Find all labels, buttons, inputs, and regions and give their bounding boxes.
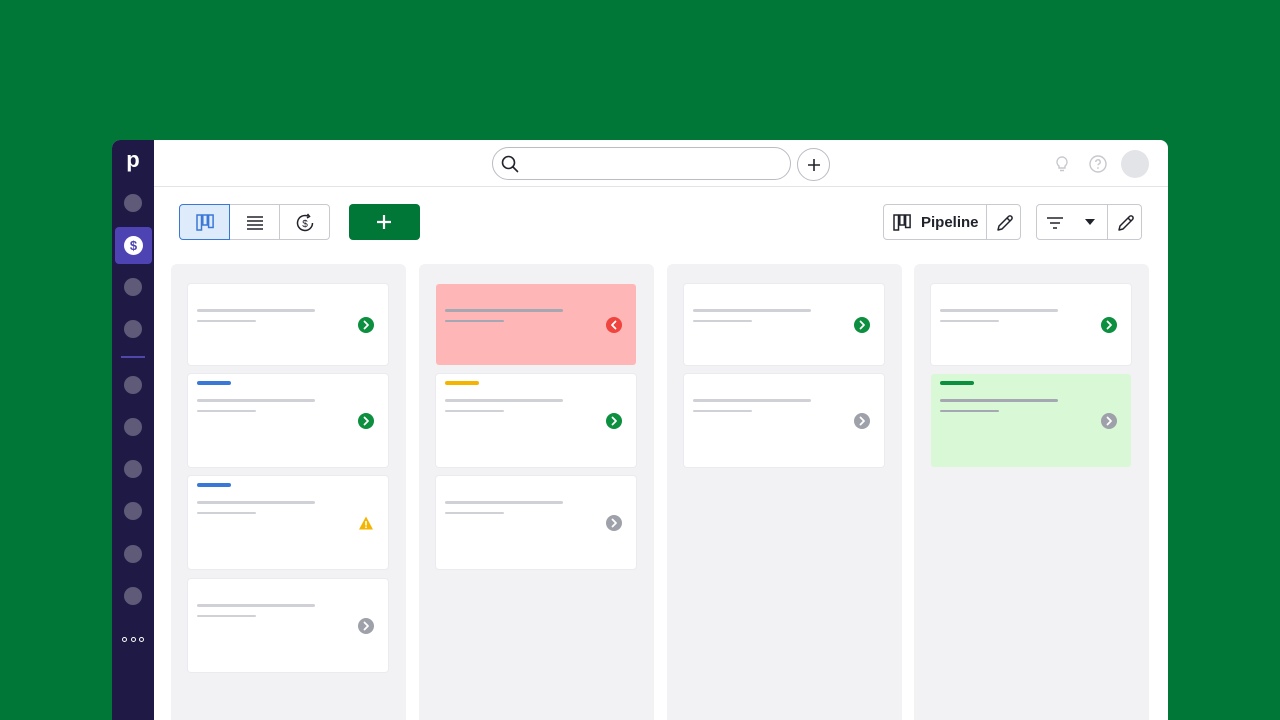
label-tag — [197, 483, 231, 487]
stage-column[interactable] — [419, 264, 654, 720]
label-tag — [940, 381, 974, 385]
deal-card[interactable] — [436, 374, 636, 467]
pipeline-selector: Pipeline — [883, 204, 1021, 240]
label-tag — [197, 381, 231, 385]
search-input[interactable] — [525, 153, 780, 175]
kanban-view-button[interactable] — [179, 204, 230, 240]
plus-icon — [808, 159, 820, 171]
sidebar-item-1[interactable] — [124, 194, 142, 212]
lightbulb-icon[interactable] — [1052, 154, 1072, 174]
deal-card[interactable] — [436, 284, 636, 365]
list-view-button[interactable] — [229, 204, 280, 240]
deal-card[interactable] — [931, 284, 1131, 365]
pencil-icon — [997, 215, 1013, 231]
deal-subtitle-placeholder — [940, 410, 999, 412]
deal-card[interactable] — [188, 579, 388, 672]
deal-subtitle-placeholder — [197, 410, 256, 412]
deal-subtitle-placeholder — [197, 615, 256, 617]
add-deal-button[interactable] — [349, 204, 420, 240]
sidebar-item-10[interactable] — [124, 587, 142, 605]
no-activity-arrow-icon[interactable] — [1101, 413, 1117, 429]
svg-text:$: $ — [302, 219, 308, 230]
app-window: p $ $ Pipeline — [112, 140, 1168, 720]
sidebar-item-6[interactable] — [124, 418, 142, 436]
stage-column[interactable] — [171, 264, 406, 720]
deal-title-placeholder — [693, 399, 811, 402]
rotting-arrow-icon[interactable] — [606, 317, 622, 333]
sidebar: p $ — [112, 140, 154, 720]
filter-button[interactable] — [1036, 204, 1108, 240]
deal-subtitle-placeholder — [197, 320, 256, 322]
deal-subtitle-placeholder — [693, 410, 752, 412]
sidebar-item-deals[interactable]: $ — [115, 227, 152, 264]
label-tag — [445, 381, 479, 385]
deal-title-placeholder — [197, 399, 315, 402]
deal-card[interactable] — [931, 374, 1131, 467]
sidebar-item-4[interactable] — [124, 320, 142, 338]
filter-selector — [1036, 204, 1142, 240]
no-activity-arrow-icon[interactable] — [606, 515, 622, 531]
stage-column[interactable] — [667, 264, 902, 720]
avatar[interactable] — [1121, 150, 1149, 178]
more-dots-icon[interactable] — [122, 634, 144, 644]
next-activity-arrow-icon[interactable] — [358, 413, 374, 429]
deal-subtitle-placeholder — [445, 512, 504, 514]
kanban-icon — [893, 214, 911, 231]
deals-dollar-icon: $ — [124, 236, 143, 255]
next-activity-arrow-icon[interactable] — [854, 317, 870, 333]
deal-title-placeholder — [940, 399, 1058, 402]
deal-card[interactable] — [188, 476, 388, 569]
deal-card[interactable] — [684, 374, 884, 467]
deal-subtitle-placeholder — [445, 410, 504, 412]
pipeline-label: Pipeline — [921, 214, 979, 231]
no-activity-arrow-icon[interactable] — [854, 413, 870, 429]
edit-filter-button[interactable] — [1107, 204, 1142, 240]
warning-icon[interactable] — [358, 515, 374, 531]
kanban-icon — [196, 214, 214, 231]
sidebar-item-9[interactable] — [124, 545, 142, 563]
plus-icon — [377, 215, 391, 229]
deal-title-placeholder — [940, 309, 1058, 312]
deal-title-placeholder — [445, 399, 563, 402]
top-header — [154, 140, 1168, 187]
deal-card[interactable] — [436, 476, 636, 569]
sidebar-divider — [121, 356, 145, 358]
next-activity-arrow-icon[interactable] — [358, 317, 374, 333]
sidebar-item-5[interactable] — [124, 376, 142, 394]
quick-add-button[interactable] — [797, 148, 830, 181]
deal-subtitle-placeholder — [940, 320, 999, 322]
deal-title-placeholder — [445, 309, 563, 312]
search-icon — [501, 155, 519, 173]
next-activity-arrow-icon[interactable] — [606, 413, 622, 429]
no-activity-arrow-icon[interactable] — [358, 618, 374, 634]
search-box[interactable] — [492, 147, 791, 180]
deal-title-placeholder — [197, 309, 315, 312]
caret-down-icon — [1085, 219, 1095, 225]
deal-title-placeholder — [445, 501, 563, 504]
deal-subtitle-placeholder — [445, 320, 504, 322]
deal-subtitle-placeholder — [197, 512, 256, 514]
deal-subtitle-placeholder — [693, 320, 752, 322]
pipeline-button[interactable]: Pipeline — [883, 204, 987, 240]
deal-title-placeholder — [197, 604, 315, 607]
sidebar-item-8[interactable] — [124, 502, 142, 520]
deal-card[interactable] — [188, 284, 388, 365]
pencil-icon — [1118, 215, 1134, 231]
help-icon[interactable] — [1088, 154, 1108, 174]
sidebar-item-3[interactable] — [124, 278, 142, 296]
deal-card[interactable] — [684, 284, 884, 365]
filter-icon — [1047, 217, 1063, 229]
next-activity-arrow-icon[interactable] — [1101, 317, 1117, 333]
app-logo[interactable]: p — [112, 148, 154, 172]
deal-card[interactable] — [188, 374, 388, 467]
view-switcher: $ — [179, 204, 330, 240]
deal-title-placeholder — [197, 501, 315, 504]
sidebar-item-7[interactable] — [124, 460, 142, 478]
forecast-view-button[interactable]: $ — [279, 204, 330, 240]
list-icon — [247, 216, 263, 230]
stage-column[interactable] — [914, 264, 1149, 720]
edit-pipeline-button[interactable] — [986, 204, 1021, 240]
forecast-icon: $ — [296, 213, 314, 232]
deal-title-placeholder — [693, 309, 811, 312]
